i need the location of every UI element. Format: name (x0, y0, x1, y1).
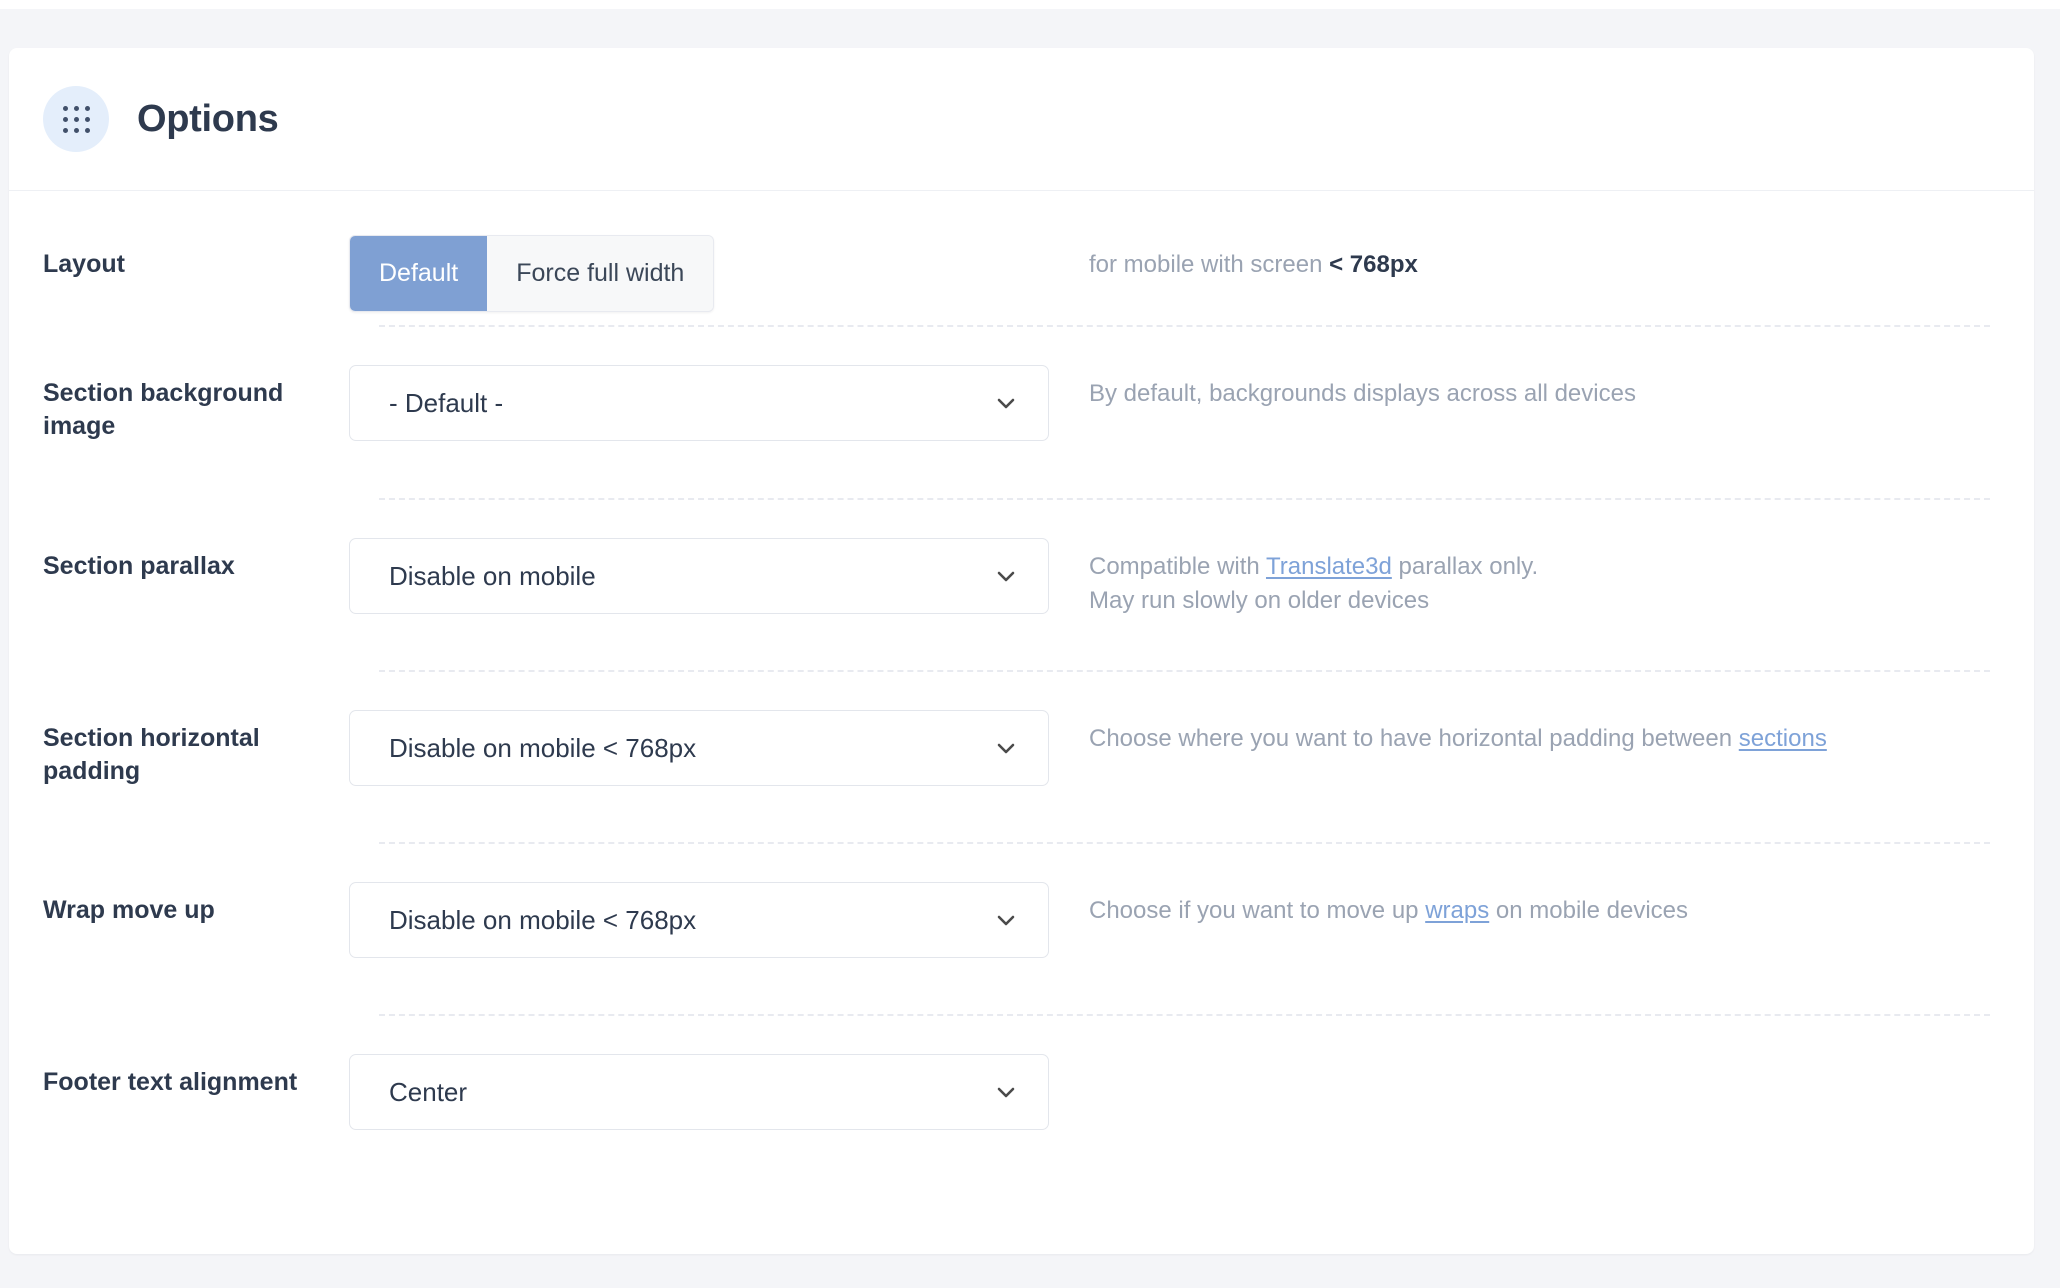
options-rows: Layout Default Force full width for mobi… (9, 191, 2034, 1186)
row-layout: Layout Default Force full width for mobi… (9, 191, 2034, 327)
row-control-layout: Default Force full width (349, 235, 1089, 312)
chevron-down-icon (997, 398, 1015, 409)
options-card: Options Layout Default Force full width … (9, 48, 2034, 1254)
row-control-section-parallax: Disable on mobile (349, 538, 1089, 614)
top-strip (0, 0, 2060, 9)
page-title: Options (137, 97, 279, 140)
chevron-down-icon (997, 1087, 1015, 1098)
row-help-section-background-image: By default, backgrounds displays across … (1089, 380, 1636, 407)
layout-segmented-control[interactable]: Default Force full width (349, 235, 715, 312)
help-text-suffix: on mobile devices (1489, 897, 1688, 924)
row-section-parallax: Section parallax Disable on mobile Compa… (9, 500, 2034, 672)
help-line-2: May run slowly on older devices (1089, 587, 1430, 615)
row-label-layout: Layout (43, 250, 125, 278)
row-label-section-horizontal-padding: Section horizontal padding (43, 724, 260, 785)
layout-option-default[interactable]: Default (350, 236, 488, 311)
row-control-section-horizontal-padding: Disable on mobile < 768px (349, 710, 1089, 786)
help-text-prefix: Compatible with (1089, 553, 1266, 580)
help-text-prefix: for mobile with screen (1089, 251, 1330, 278)
row-wrap-move-up: Wrap move up Disable on mobile < 768px C… (9, 844, 2034, 1016)
select-value: Disable on mobile (389, 561, 596, 591)
section-parallax-select[interactable]: Disable on mobile (349, 538, 1049, 614)
row-footer-text-alignment: Footer text alignment Center (9, 1016, 2034, 1186)
chevron-down-icon (997, 915, 1015, 926)
wrap-move-up-select[interactable]: Disable on mobile < 768px (349, 882, 1049, 958)
section-background-image-select[interactable]: - Default - (349, 365, 1049, 441)
row-help-section-parallax: Compatible with Translate3d parallax onl… (1089, 538, 2034, 618)
help-text-strong: < 768px (1329, 251, 1418, 278)
section-horizontal-padding-select[interactable]: Disable on mobile < 768px (349, 710, 1049, 786)
row-help-layout: for mobile with screen < 768px (1089, 235, 2034, 282)
row-section-background-image: Section background image - Default - By … (9, 327, 2034, 500)
footer-text-alignment-select[interactable]: Center (349, 1054, 1049, 1130)
layout-option-force-full-width[interactable]: Force full width (487, 236, 714, 311)
row-label-section-background-image: Section background image (43, 379, 284, 440)
row-help-section-horizontal-padding: Choose where you want to have horizontal… (1089, 710, 2034, 756)
translate3d-link[interactable]: Translate3d (1266, 553, 1392, 580)
row-control-section-background-image: - Default - (349, 365, 1089, 441)
select-value: Disable on mobile < 768px (389, 905, 697, 935)
select-value: Center (389, 1077, 468, 1107)
help-text-suffix: parallax only. (1391, 553, 1539, 580)
chevron-down-icon (997, 743, 1015, 754)
row-label-section-parallax: Section parallax (43, 552, 235, 580)
card-header: Options (9, 48, 2034, 191)
help-text-prefix: Choose if you want to move up (1089, 897, 1426, 924)
row-control-wrap-move-up: Disable on mobile < 768px (349, 882, 1089, 958)
row-help-wrap-move-up: Choose if you want to move up wraps on m… (1089, 882, 2034, 928)
help-text-prefix: Choose where you want to have horizontal… (1089, 725, 1739, 752)
row-control-footer-text-alignment: Center (349, 1054, 1089, 1130)
help-line-1: Compatible with Translate3d parallax onl… (1089, 550, 1998, 584)
sections-link[interactable]: sections (1739, 725, 1827, 752)
select-value: - Default - (389, 388, 504, 418)
row-section-horizontal-padding: Section horizontal padding Disable on mo… (9, 672, 2034, 844)
wraps-link[interactable]: wraps (1425, 897, 1489, 924)
grid-dots-icon (43, 86, 109, 152)
select-value: Disable on mobile < 768px (389, 733, 697, 763)
row-label-wrap-move-up: Wrap move up (43, 896, 215, 924)
chevron-down-icon (997, 571, 1015, 582)
options-page: Options Layout Default Force full width … (0, 0, 2060, 1288)
row-label-footer-text-alignment: Footer text alignment (43, 1068, 298, 1096)
